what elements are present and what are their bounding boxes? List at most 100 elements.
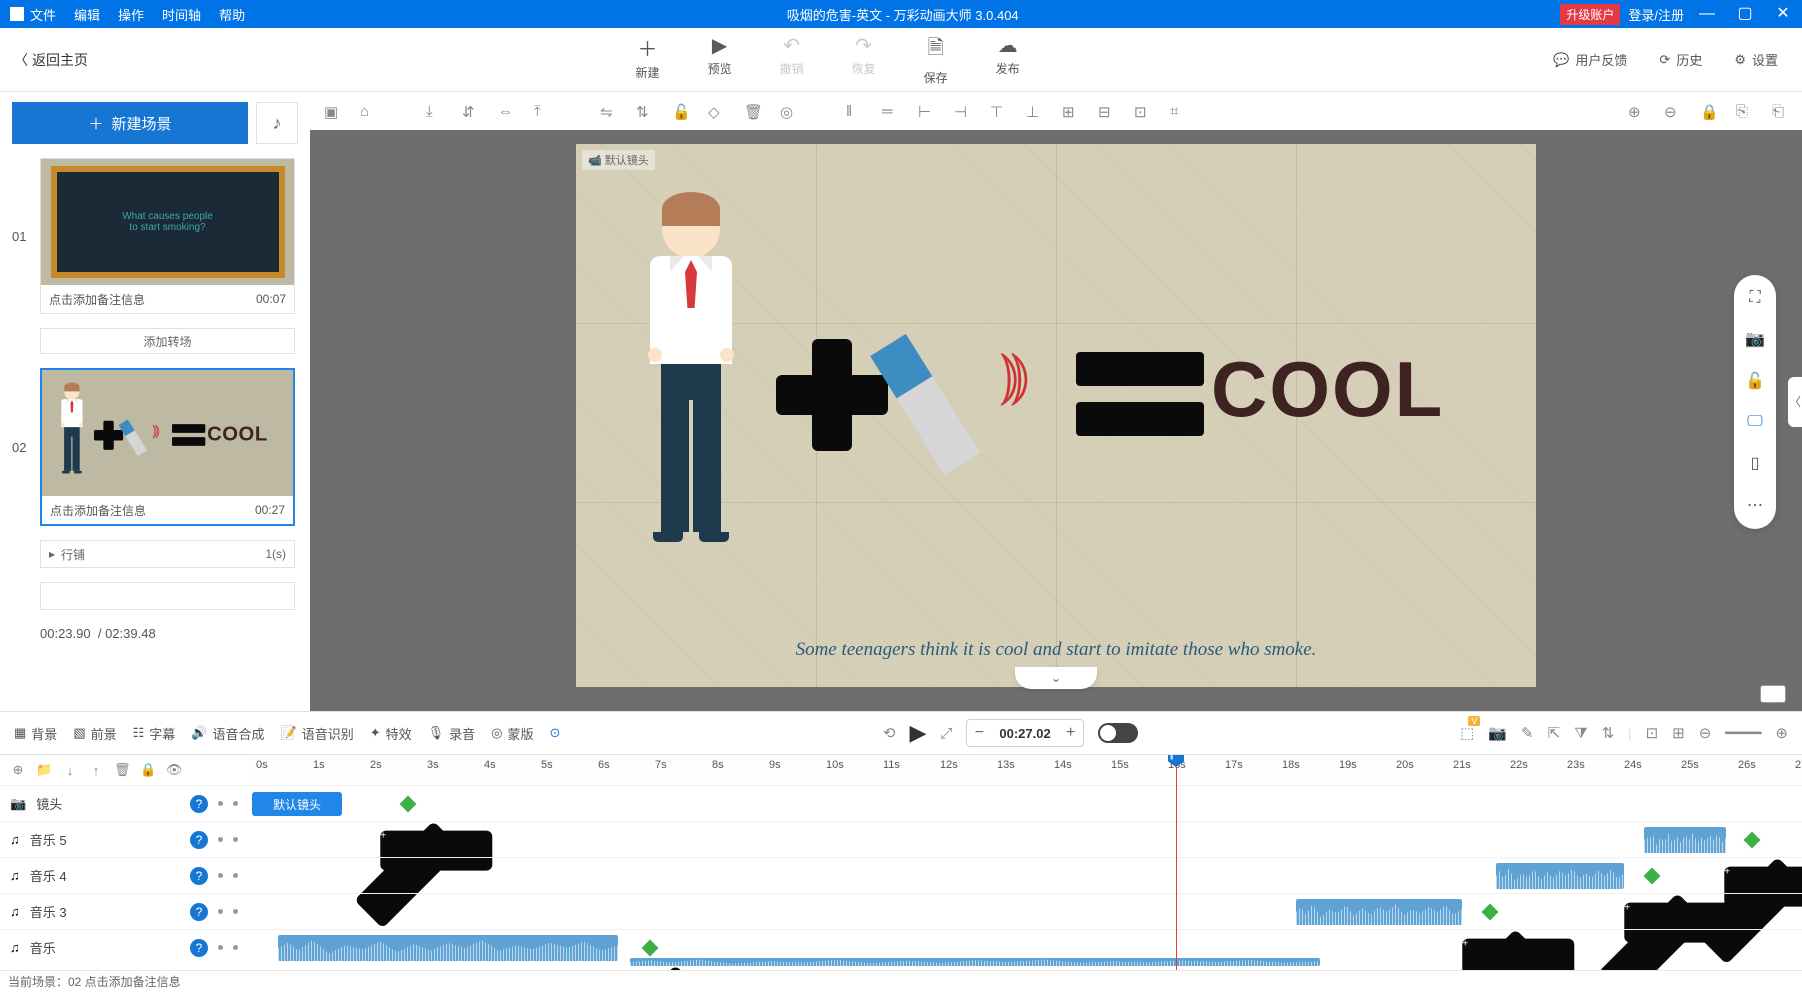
snapshot-icon[interactable]: 📷 bbox=[1488, 724, 1507, 742]
settings-button[interactable]: ⚙设置 bbox=[1734, 50, 1778, 69]
scene-thumb-01[interactable]: What causes people to start smoking? bbox=[41, 159, 294, 285]
man-illustration[interactable] bbox=[636, 200, 746, 542]
mask-button[interactable]: ◎蒙版 bbox=[491, 724, 533, 743]
flip-v-icon[interactable]: ⇅ bbox=[636, 103, 652, 119]
music-button[interactable]: ♪ bbox=[256, 102, 298, 144]
snap-icon[interactable]: ⌗ bbox=[1170, 103, 1186, 119]
align-j-icon[interactable]: ⊥ bbox=[1026, 103, 1042, 119]
camera-clip[interactable]: 默认镜头 bbox=[252, 792, 342, 816]
copy-icon[interactable]: ⎘ bbox=[1736, 103, 1752, 119]
audio-clip[interactable] bbox=[278, 935, 618, 961]
dist-h-icon[interactable]: ‖ bbox=[846, 103, 862, 119]
track-camera[interactable]: 默认镜头 bbox=[248, 785, 1802, 821]
login-button[interactable]: 登录/注册 bbox=[1628, 5, 1684, 24]
folder-icon[interactable]: 📁 bbox=[36, 762, 52, 778]
new-button[interactable]: ＋新建 bbox=[636, 33, 660, 86]
align-middle-icon[interactable]: ⇵ bbox=[462, 103, 478, 119]
home-icon[interactable]: ⌂ bbox=[360, 103, 376, 119]
help-icon[interactable]: ? bbox=[190, 867, 208, 885]
camera-icon[interactable]: 📷 bbox=[1745, 329, 1765, 349]
align-l-icon[interactable]: ⊢ bbox=[918, 103, 934, 119]
minus-circle-icon[interactable]: ⊖ bbox=[1699, 724, 1712, 742]
help-icon[interactable]: ? bbox=[190, 831, 208, 849]
foreground-button[interactable]: ▧前景 bbox=[73, 724, 116, 743]
play-row[interactable]: ▸行铺 1(s) bbox=[40, 540, 295, 568]
lock-icon[interactable]: 🔓 bbox=[672, 103, 688, 119]
align-r-icon[interactable]: ⊤ bbox=[990, 103, 1006, 119]
align-bottom-icon[interactable]: ⤓ bbox=[426, 103, 442, 119]
help-icon[interactable]: ? bbox=[190, 795, 208, 813]
feedback-button[interactable]: 💬用户反馈 bbox=[1553, 50, 1627, 69]
sort-icon[interactable]: ⇅ bbox=[1602, 724, 1615, 742]
timeline-body[interactable]: 0s1s2s3s4s5s6s7s8s9s10s11s12s13s14s15s16… bbox=[248, 755, 1802, 970]
zoom-out-icon[interactable]: ⊖ bbox=[1664, 103, 1680, 119]
more-icon[interactable]: ⋯ bbox=[1747, 495, 1763, 515]
align-c-icon[interactable]: ⊣ bbox=[954, 103, 970, 119]
track-header-music3[interactable]: ♫音乐 3? bbox=[0, 893, 248, 929]
marker-icon[interactable]: ⊡ bbox=[1646, 724, 1659, 742]
help-icon[interactable]: ? bbox=[190, 903, 208, 921]
track-header-music4[interactable]: ♫音乐 4? bbox=[0, 857, 248, 893]
help-icon[interactable]: ? bbox=[190, 939, 208, 957]
cool-text[interactable]: COOL bbox=[1211, 344, 1444, 435]
down-icon[interactable]: ↓ bbox=[62, 763, 78, 778]
layer-icon[interactable]: ▣ bbox=[324, 103, 340, 119]
audio-clip[interactable] bbox=[1644, 827, 1726, 853]
track-music5[interactable] bbox=[248, 821, 1802, 857]
scene-note[interactable]: 点击添加备注信息 bbox=[49, 291, 145, 308]
ruler[interactable]: 0s1s2s3s4s5s6s7s8s9s10s11s12s13s14s15s16… bbox=[248, 755, 1802, 785]
phone-icon[interactable]: ▯ bbox=[1751, 453, 1760, 473]
track-header-camera[interactable]: 📷镜头? bbox=[0, 785, 248, 821]
keyframe-add[interactable] bbox=[1644, 868, 1661, 885]
minimize-button[interactable]: — bbox=[1692, 0, 1722, 28]
zoom-in-icon[interactable]: ⊕ bbox=[1628, 103, 1644, 119]
grid-icon[interactable]: ⊡ bbox=[1134, 103, 1150, 119]
focus-icon[interactable]: ◎ bbox=[780, 103, 796, 119]
smoke-shape[interactable]: ⦆⦆ bbox=[999, 339, 1020, 411]
tag-icon[interactable]: ◇ bbox=[708, 103, 724, 119]
history-button[interactable]: ⟳历史 bbox=[1659, 50, 1702, 69]
eye-icon[interactable]: 👁 bbox=[166, 762, 182, 778]
track-music4[interactable] bbox=[248, 857, 1802, 893]
align-center-icon[interactable]: ⇔ bbox=[498, 103, 514, 119]
flip-h-icon[interactable]: ⇋ bbox=[600, 103, 616, 119]
keyframe-add[interactable] bbox=[1744, 832, 1761, 849]
empty-row[interactable] bbox=[40, 582, 295, 610]
trash-icon[interactable]: 🗑 bbox=[744, 103, 760, 119]
back-home-button[interactable]: 〈 返回主页 bbox=[0, 50, 102, 70]
audio-clip[interactable] bbox=[1496, 863, 1624, 889]
dist2-icon[interactable]: ⊟ bbox=[1098, 103, 1114, 119]
unlock-icon[interactable]: 🔓 bbox=[1745, 371, 1765, 391]
menu-edit[interactable]: 编辑 bbox=[74, 5, 100, 24]
track-header-music5[interactable]: ♫音乐 5? bbox=[0, 821, 248, 857]
scene-item-01[interactable]: 01 What causes people to start smoking? … bbox=[12, 158, 298, 314]
maximize-button[interactable]: ▢ bbox=[1730, 0, 1760, 28]
monitor-icon[interactable]: 🖵 bbox=[1747, 413, 1762, 431]
keyframe-add[interactable] bbox=[1482, 904, 1499, 921]
fullscreen-icon[interactable]: ⛶ bbox=[1749, 289, 1760, 307]
time-minus[interactable]: − bbox=[967, 724, 991, 742]
caption-text[interactable]: Some teenagers think it is cool and star… bbox=[576, 639, 1536, 661]
add-transition-button[interactable]: 添加转场 bbox=[40, 328, 295, 354]
tts-button[interactable]: 🔊语音合成 bbox=[191, 724, 264, 743]
preview-button[interactable]: ▶预览 bbox=[708, 33, 732, 86]
delete-icon[interactable]: 🗑 bbox=[114, 762, 130, 778]
add-track-icon[interactable]: ⊕ bbox=[10, 762, 26, 778]
audio-clip-long[interactable] bbox=[630, 958, 1320, 966]
close-button[interactable]: ✕ bbox=[1768, 0, 1798, 28]
lock-icon[interactable]: 🔒 bbox=[140, 762, 156, 778]
filter-icon[interactable]: ⧩ bbox=[1574, 725, 1587, 742]
keyframe-add[interactable] bbox=[400, 796, 417, 813]
dist-icon[interactable]: ⊞ bbox=[1062, 103, 1078, 119]
effects-button[interactable]: ✦特效 bbox=[370, 724, 412, 743]
menu-timeline[interactable]: 时间轴 bbox=[162, 5, 201, 24]
play-button[interactable]: ▶ bbox=[909, 720, 926, 746]
pull-tab[interactable]: ⌄ bbox=[1015, 667, 1097, 689]
menu-file[interactable]: 文件 bbox=[30, 5, 56, 24]
record-button[interactable]: 🎙录音 bbox=[428, 724, 476, 743]
scene-item-02[interactable]: 02 ⦆⦆ COOL 点击添加备注信息00:27 bbox=[12, 368, 298, 526]
track-music[interactable] bbox=[248, 929, 1802, 965]
frame-icon[interactable]: ⊞ bbox=[1672, 724, 1685, 742]
expand-icon[interactable]: ⤢ bbox=[940, 725, 952, 742]
background-button[interactable]: ▦背景 bbox=[14, 724, 57, 743]
